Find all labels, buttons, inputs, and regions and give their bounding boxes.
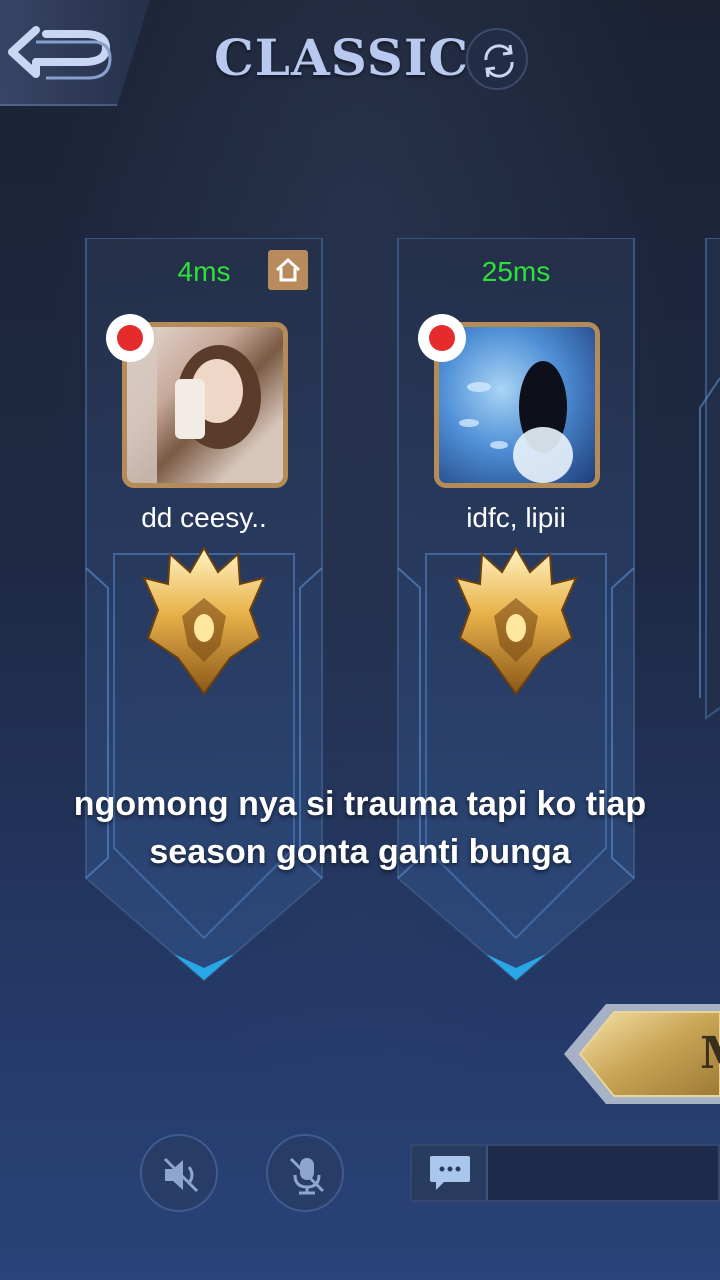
record-indicator bbox=[418, 314, 466, 362]
caption-line-1: ngomong nya si trauma tapi ko tiap bbox=[73, 785, 647, 823]
ready-button[interactable] bbox=[560, 998, 720, 1110]
player-name: idfc, lipii bbox=[466, 502, 566, 533]
chat-bubble-icon bbox=[430, 1156, 470, 1190]
caption-overlay: ngomong nya si trauma tapi ko tiap seaso… bbox=[20, 780, 700, 876]
record-indicator bbox=[106, 314, 154, 362]
player-card-2[interactable]: 25ms idfc, lipii bbox=[390, 238, 642, 998]
swap-mode-button[interactable] bbox=[466, 28, 528, 90]
mic-toggle-button[interactable] bbox=[266, 1134, 344, 1212]
host-badge bbox=[268, 250, 308, 290]
chat-button[interactable] bbox=[412, 1146, 488, 1200]
player-card-1[interactable]: 4ms dd ceesy.. bbox=[78, 238, 330, 998]
mythic-rank-icon bbox=[142, 546, 266, 696]
chat-input-bar[interactable] bbox=[410, 1144, 720, 1202]
refresh-icon bbox=[484, 44, 514, 78]
caption-line-2: season gonta ganti bunga bbox=[149, 833, 571, 871]
back-arrow-icon bbox=[8, 26, 112, 80]
player-name: dd ceesy.. bbox=[141, 502, 267, 533]
ping-label: 25ms bbox=[481, 256, 551, 287]
mic-muted-icon bbox=[289, 1157, 325, 1195]
mythic-rank-icon bbox=[454, 546, 578, 696]
ready-button-label: M bbox=[700, 1028, 720, 1079]
page-title: CLASSIC bbox=[214, 28, 470, 87]
speaker-muted-icon bbox=[163, 1157, 199, 1193]
home-icon bbox=[275, 257, 301, 282]
speaker-toggle-button[interactable] bbox=[140, 1134, 218, 1212]
player-card-3-edge bbox=[699, 238, 720, 720]
